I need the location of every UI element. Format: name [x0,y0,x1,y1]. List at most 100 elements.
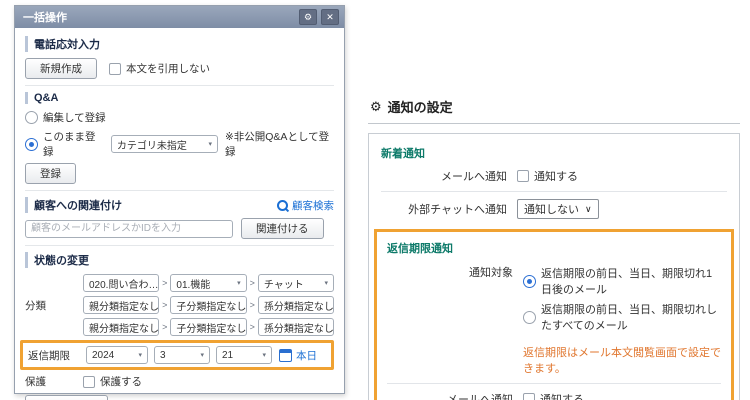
gear-icon: ⚙ [370,98,382,114]
deadline-notice-highlight: 返信期限通知 通知対象 返信期限の前日、当日、期限切れ1日後のメール 返信期限の… [374,229,734,400]
status-select[interactable]: 020.問い合わ… ▾ [83,274,160,292]
dialog-title: 一括操作 [23,12,67,24]
deadline-month-select[interactable]: 3 ▾ [154,346,210,364]
qa-register-row: 登録 [25,163,334,184]
settings-box: 新着通知 メールへ通知 通知する 外部チャットへ通知 通知しない ∨ 返信期限通… [368,133,740,400]
gear-icon: ⚙ [303,11,313,22]
associate-button[interactable]: 関連付ける [241,218,324,239]
target-option-2-radio[interactable] [523,310,536,324]
qa-category-select[interactable]: カテゴリ未指定 ▾ [110,135,218,153]
section-status-header: 状態の変更 [25,252,334,268]
settings-header: ⚙ 通知の設定 [368,95,740,124]
path-separator: > [162,300,168,310]
status-grandchild-value: チャット [263,279,304,291]
section-phone-entry-header: 電話応対入力 [25,36,334,52]
status-grandchild-select[interactable]: チャット ▾ [257,274,334,292]
divider [25,85,334,86]
parent-category-value-2: 親分類指定なし [89,323,159,335]
parent-category-select-2[interactable]: 親分類指定なし ▾ [83,318,160,336]
no-quote-checkbox[interactable] [109,62,121,75]
customer-search-label: 顧客検索 [292,199,334,212]
row-divider [381,191,727,192]
qa-asis-label: このまま登録 [43,131,96,158]
section-qa-header: Q&A [25,92,334,104]
today-link[interactable]: 本日 [296,348,317,363]
deadline-month-value: 3 [160,349,166,361]
qa-register-button[interactable]: 登録 [25,163,76,184]
qa-edit-radio[interactable] [25,111,38,124]
grandchild-category-select[interactable]: 孫分類指定なし ▾ [257,296,334,314]
grandchild-category-select-2[interactable]: 孫分類指定なし ▾ [257,318,334,336]
divider [25,190,334,191]
qa-asis-row: このまま登録 カテゴリ未指定 ▾ ※非公開Q&Aとして登録 [25,129,334,159]
deadline-day-select[interactable]: 21 ▾ [216,346,272,364]
target-option-2-label: 返信期限の前日、当日、期限切れしたすべてのメール [541,304,717,332]
customer-header-row: 顧客への関連付け 顧客検索 [25,197,334,213]
change-status-button[interactable]: 状態を変更 [25,395,108,400]
qa-private-note: ※非公開Q&Aとして登録 [224,131,330,158]
child-category-value: 子分類指定なし [176,301,247,313]
path-separator: > [249,300,255,310]
deadline-mail-checkbox[interactable] [523,393,535,400]
calendar-icon[interactable] [279,348,292,362]
parent-category-select[interactable]: 親分類指定なし ▾ [83,296,160,314]
customer-search-link[interactable]: 顧客検索 [277,198,334,213]
new-notice-chat-value: 通知しない [524,204,579,216]
close-icon: ✕ [326,11,334,22]
target-option-1-label: 返信期限の前日、当日、期限切れ1日後のメール [541,268,713,296]
path-separator: > [249,322,255,332]
new-notice-chat-select[interactable]: 通知しない ∨ [517,199,599,219]
row-divider [387,383,721,384]
notify-target-row: 通知対象 返信期限の前日、当日、期限切れ1日後のメール 返信期限の前日、当日、期… [387,263,721,335]
deadline-year-select[interactable]: 2024 ▾ [86,346,148,364]
customer-id-input[interactable] [25,219,233,238]
grandchild-category-value-2: 孫分類指定なし [263,323,334,335]
path-separator: > [162,322,168,332]
dropdown-arrow-icon: ▾ [262,352,266,359]
child-category-select-2[interactable]: 子分類指定なし ▾ [170,318,247,336]
notification-settings-panel: ⚙ 通知の設定 新着通知 メールへ通知 通知する 外部チャットへ通知 通知しない… [368,95,740,400]
classification-row-3: 親分類指定なし ▾ > 子分類指定なし ▾ > 孫分類指定なし ▾ [25,318,334,336]
child-category-select[interactable]: 子分類指定なし ▾ [170,296,247,314]
status-child-select[interactable]: 01.機能 ▾ [170,274,247,292]
dialog-titlebar[interactable]: 一括操作 ⚙ ✕ [15,6,344,28]
deadline-mail-checkbox-label: 通知する [540,394,584,400]
status-value: 020.問い合わ… [89,279,159,291]
qa-edit-label: 編集して登録 [43,112,106,124]
classification-row-1: 020.問い合わ… ▾ > 01.機能 ▾ > チャット ▾ [25,274,334,292]
divider [25,245,334,246]
child-category-value-2: 子分類指定なし [176,323,247,335]
protect-row: 保護 保護する [25,374,334,389]
new-notice-mail-row: メールへ通知 通知する [381,168,727,184]
protect-label: 保護 [25,376,46,388]
dropdown-arrow-icon: ▾ [237,280,241,287]
grandchild-category-value: 孫分類指定なし [263,301,334,313]
chevron-down-icon: ∨ [585,203,592,214]
reply-deadline-label: 返信期限 [28,349,70,362]
screen: 一括操作 ⚙ ✕ 電話応対入力 新規作成 本文を引用しない Q&A 編集して登録 [0,0,750,400]
new-notice-mail-checkbox[interactable] [517,170,529,182]
protect-checkbox[interactable] [83,375,95,388]
qa-edit-row: 編集して登録 [25,110,334,125]
notify-target-label: 通知対象 [469,267,513,279]
close-button[interactable]: ✕ [321,9,339,25]
search-icon [277,199,288,211]
dropdown-arrow-icon: ▾ [138,352,142,359]
path-separator: > [249,278,255,288]
notify-target-options: 返信期限の前日、当日、期限切れ1日後のメール 返信期限の前日、当日、期限切れした… [523,263,721,335]
settings-button[interactable]: ⚙ [299,9,317,25]
status-child-value: 01.機能 [176,279,211,291]
create-new-button[interactable]: 新規作成 [25,58,97,79]
dropdown-arrow-icon: ▾ [324,280,328,287]
target-option-1-radio[interactable] [523,274,536,288]
dropdown-arrow-icon: ▾ [208,141,212,148]
settings-title: 通知の設定 [387,100,453,115]
section-customer-header: 顧客への関連付け [25,197,277,213]
deadline-mail-row: メールへ通知 通知する [387,391,721,400]
customer-input-row: 関連付ける [25,218,334,239]
qa-asis-radio[interactable] [25,137,38,151]
bulk-operation-dialog: 一括操作 ⚙ ✕ 電話応対入力 新規作成 本文を引用しない Q&A 編集して登録 [14,5,345,400]
reply-deadline-highlight: 返信期限 2024 ▾ 3 ▾ 21 ▾ 本日 [20,340,334,370]
deadline-setting-note: 返信期限はメール本文閲覧画面で設定できます。 [523,347,721,375]
parent-category-value: 親分類指定なし [89,301,159,313]
